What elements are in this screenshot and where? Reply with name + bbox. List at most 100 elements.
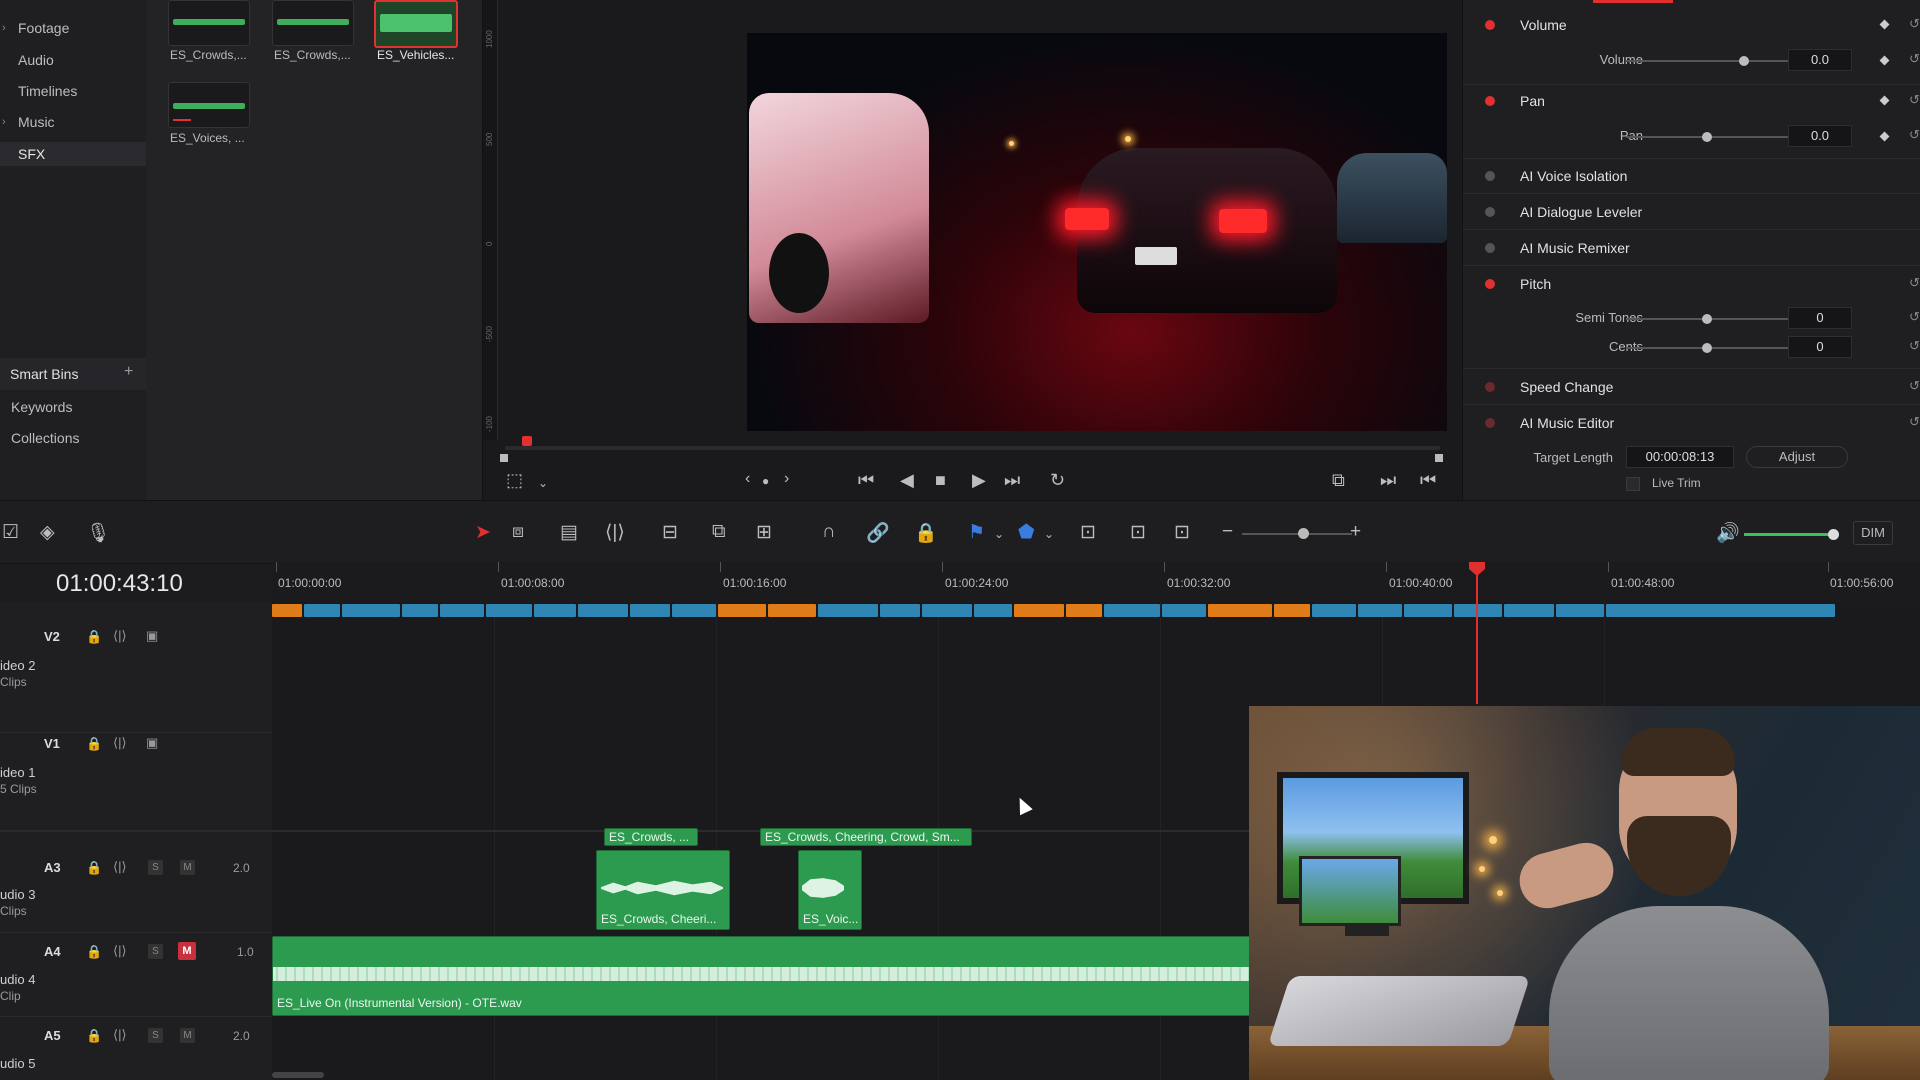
cents-value-field[interactable]: 0	[1788, 336, 1852, 358]
pan-value-field[interactable]: 0.0	[1788, 125, 1852, 147]
viewer-playhead[interactable]	[522, 436, 532, 446]
video-clip[interactable]	[768, 604, 816, 617]
video-clip[interactable]	[440, 604, 484, 617]
solo-button[interactable]: S	[148, 1028, 163, 1043]
position-lock-icon[interactable]: 🔒	[914, 521, 938, 545]
reset-icon[interactable]: ↺	[1909, 275, 1920, 291]
next-frame-icon[interactable]: ⏭	[1380, 470, 1396, 491]
zoom-out-icon[interactable]: −	[1222, 521, 1233, 543]
bin-item-sfx[interactable]: SFX	[0, 142, 146, 166]
video-clip[interactable]	[1606, 604, 1835, 617]
video-clip[interactable]	[272, 604, 302, 617]
volume-slider[interactable]	[1626, 56, 1788, 66]
overwrite-clip-icon[interactable]: ⧉	[712, 521, 726, 543]
adjust-button[interactable]: Adjust	[1746, 446, 1848, 468]
bin-item-music[interactable]: Music	[18, 114, 55, 130]
play-icon[interactable]: ▶	[972, 470, 986, 491]
timeline-scrollbar[interactable]	[272, 1072, 324, 1078]
speed-change-toggle[interactable]	[1485, 382, 1495, 392]
master-volume-knob[interactable]	[1828, 529, 1839, 540]
video-clip[interactable]	[534, 604, 576, 617]
video-clip[interactable]	[880, 604, 920, 617]
video-clip[interactable]	[1358, 604, 1402, 617]
jog-dot-icon[interactable]: ●	[762, 474, 769, 488]
pitch-enable-toggle[interactable]	[1485, 279, 1495, 289]
video-clip[interactable]	[1556, 604, 1604, 617]
volume-value-field[interactable]: 0.0	[1788, 49, 1852, 71]
zoom-detail-icon[interactable]: ⊡	[1130, 521, 1146, 544]
marker-icon[interactable]: ⬟	[1018, 521, 1035, 544]
target-length-field[interactable]: 00:00:08:13	[1626, 446, 1734, 468]
timeline-playhead[interactable]	[1476, 562, 1478, 704]
reset-icon[interactable]: ↺	[1909, 51, 1920, 67]
transform-icon[interactable]: ⬚	[506, 470, 523, 491]
semi-tones-slider[interactable]	[1626, 314, 1788, 324]
speaker-icon[interactable]: 🔊	[1716, 521, 1740, 545]
track-visibility-icon[interactable]: ▣	[146, 735, 158, 751]
video-preview-frame[interactable]	[747, 33, 1447, 431]
next-clip-icon[interactable]: ›	[784, 470, 789, 488]
semi-tones-value-field[interactable]: 0	[1788, 307, 1852, 329]
track-visibility-icon[interactable]: ▣	[146, 628, 158, 644]
video-clip[interactable]	[1066, 604, 1102, 617]
viewer-scrub-bar[interactable]	[505, 446, 1440, 450]
skip-to-start-icon[interactable]: ⏮	[858, 470, 874, 491]
in-point-marker[interactable]	[500, 454, 508, 462]
track-name[interactable]: ideo 2	[0, 658, 35, 673]
reset-icon[interactable]: ↺	[1909, 127, 1920, 143]
snapping-icon[interactable]: ∩	[822, 521, 836, 543]
video-clip[interactable]	[1454, 604, 1502, 617]
ai-music-remixer-toggle[interactable]	[1485, 243, 1495, 253]
mute-button[interactable]: M	[180, 1028, 195, 1043]
video-clip[interactable]	[1312, 604, 1356, 617]
prev-clip-icon[interactable]: ‹	[745, 470, 750, 488]
audio-clip[interactable]: ES_Crowds, Cheeri...	[596, 850, 730, 930]
bin-item-audio[interactable]: Audio	[18, 52, 54, 68]
live-trim-checkbox[interactable]	[1626, 477, 1640, 491]
video-clip[interactable]	[974, 604, 1012, 617]
video-clip[interactable]	[922, 604, 972, 617]
out-point-marker[interactable]	[1435, 454, 1443, 462]
stop-icon[interactable]: ■	[935, 470, 946, 491]
solo-button[interactable]: S	[148, 944, 163, 959]
pan-slider-knob[interactable]	[1702, 132, 1712, 142]
lock-icon[interactable]: 🔒	[86, 860, 102, 876]
audio-clip[interactable]: ES_Crowds, Cheering, Crowd, Sm...	[760, 828, 972, 846]
keyframe-icon[interactable]	[1879, 55, 1890, 66]
semi-tones-knob[interactable]	[1702, 314, 1712, 324]
video-clip[interactable]	[630, 604, 670, 617]
chevron-right-icon[interactable]: ›	[2, 116, 6, 128]
video-clip[interactable]	[1404, 604, 1452, 617]
chevron-down-icon[interactable]: ⌄	[1044, 527, 1054, 541]
timeline-ruler[interactable]: 01:00:00:00 01:00:08:00 01:00:16:00 01:0…	[272, 562, 1920, 602]
track-name[interactable]: udio 3	[0, 887, 35, 902]
dynamic-trim-icon[interactable]: ▤	[560, 521, 578, 544]
selection-tool-icon[interactable]: ➤	[475, 521, 491, 544]
replace-clip-icon[interactable]: ⊞	[756, 521, 772, 544]
zoom-in-icon[interactable]: +	[1350, 521, 1361, 543]
bin-item-timelines[interactable]: Timelines	[18, 83, 77, 99]
zoom-full-icon[interactable]: ⊡	[1080, 521, 1096, 544]
keyframe-icon[interactable]	[1879, 95, 1890, 106]
video-clip[interactable]	[1208, 604, 1272, 617]
auto-select-icon[interactable]: ⟨|⟩	[113, 1027, 127, 1043]
layout-icon[interactable]: ☑	[2, 521, 19, 544]
mute-button-active[interactable]: M	[178, 942, 196, 960]
track-name[interactable]: ideo 1	[0, 765, 35, 780]
reset-icon[interactable]: ↺	[1909, 16, 1920, 32]
volume-slider-knob[interactable]	[1739, 56, 1749, 66]
keyframe-icon[interactable]	[1879, 19, 1890, 30]
play-reverse-icon[interactable]: ◀	[900, 470, 914, 491]
blade-tool-icon[interactable]: ⟨|⟩	[605, 521, 625, 544]
flags-icon[interactable]: ◈	[40, 521, 55, 544]
chevron-down-icon[interactable]: ⌄	[538, 476, 548, 490]
pan-enable-toggle[interactable]	[1485, 96, 1495, 106]
lock-icon[interactable]: 🔒	[86, 1028, 102, 1044]
add-smart-bin-icon[interactable]: +	[124, 363, 133, 381]
video-clip[interactable]	[1162, 604, 1206, 617]
solo-button[interactable]: S	[148, 860, 163, 875]
skip-to-end-icon[interactable]: ⏭	[1004, 470, 1020, 491]
lock-icon[interactable]: 🔒	[86, 736, 102, 752]
auto-select-icon[interactable]: ⟨|⟩	[113, 859, 127, 875]
smart-bin-collections[interactable]: Collections	[11, 430, 79, 446]
